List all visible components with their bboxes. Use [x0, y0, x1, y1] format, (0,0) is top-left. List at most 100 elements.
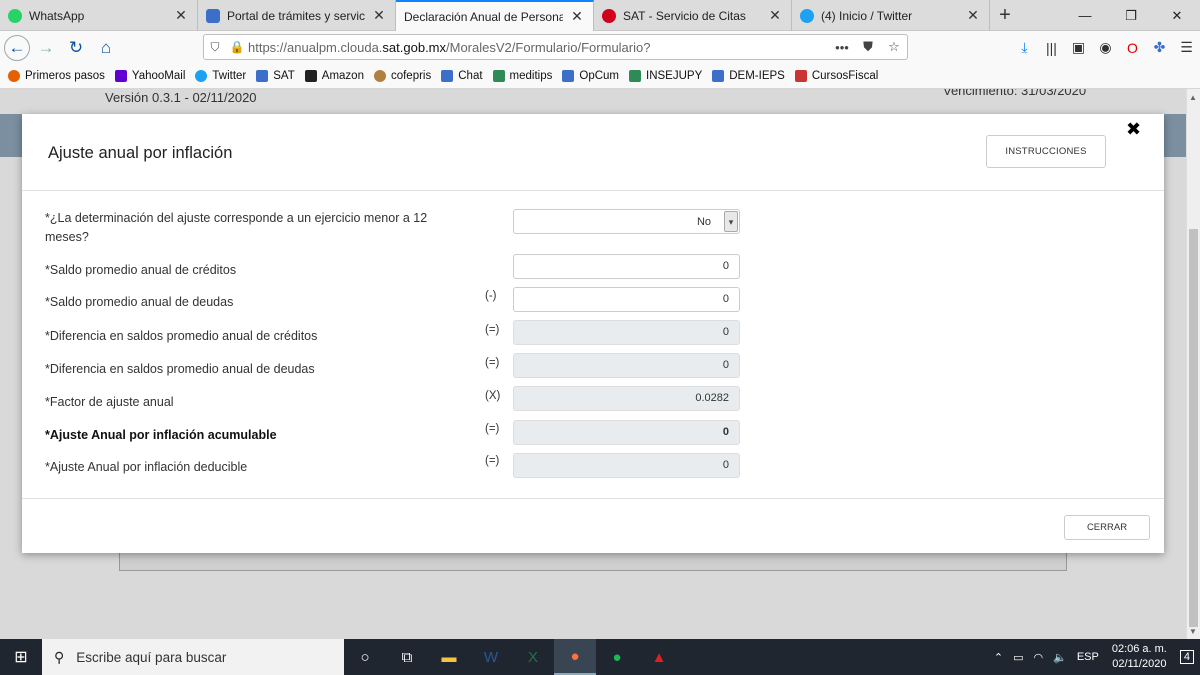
- row-label: *Ajuste Anual por inflación deducible: [45, 460, 248, 474]
- bookmark-label: Twitter: [212, 70, 247, 82]
- firefox-icon[interactable]: ●: [554, 639, 596, 675]
- shield-icon[interactable]: ⛉: [204, 40, 226, 55]
- row-label: *Saldo promedio anual de deudas: [45, 295, 234, 309]
- language-indicator[interactable]: ESP: [1077, 651, 1099, 663]
- close-tab-icon[interactable]: ✕: [371, 7, 387, 24]
- tab-twitter[interactable]: (4) Inicio / Twitter ✕: [792, 0, 990, 31]
- bookmark-cursosfiscal[interactable]: CursosFiscal: [794, 70, 879, 82]
- bookmark-label: OpCum: [579, 70, 619, 82]
- tab-label: Declaración Anual de Personas Mo: [404, 9, 563, 24]
- instrucciones-button[interactable]: INSTRUCCIONES: [986, 135, 1106, 168]
- acrobat-icon[interactable]: ▲: [638, 639, 680, 675]
- bookmark-sat[interactable]: SAT: [256, 70, 295, 82]
- notification-icon[interactable]: 4: [1179, 650, 1194, 664]
- bookmark-label: YahooMail: [131, 70, 186, 82]
- url-domain: sat.gob.mx: [382, 39, 447, 55]
- bookmark-meditips[interactable]: meditips: [492, 70, 552, 82]
- apps-icon: [206, 8, 220, 23]
- forward-icon[interactable]: →: [32, 34, 60, 62]
- modal-header: Ajuste anual por inflación INSTRUCCIONES…: [22, 114, 1164, 191]
- spotify-icon[interactable]: ●: [596, 639, 638, 675]
- tab-label: WhatsApp: [29, 8, 85, 23]
- minimize-icon[interactable]: —: [1062, 0, 1108, 31]
- extension-icon[interactable]: ◉: [1092, 39, 1119, 56]
- row-operator: (=): [485, 357, 500, 369]
- url-text[interactable]: https://anualpm.clouda.sat.gob.mx/Morale…: [248, 40, 829, 55]
- battery-icon[interactable]: ▭: [1013, 651, 1023, 664]
- taskbar-search[interactable]: ⚲ Escribe aquí para buscar: [42, 639, 344, 675]
- download-icon[interactable]: ⤓: [1011, 39, 1038, 56]
- bookmark-primeros-pasos[interactable]: Primeros pasos: [8, 70, 105, 82]
- row-label: *Diferencia en saldos promedio anual de …: [45, 329, 318, 343]
- tab-sat-citas[interactable]: SAT - Servicio de Citas ✕: [594, 0, 792, 31]
- bookmark-cofepris[interactable]: cofepris: [373, 70, 432, 82]
- bookmark-insejupy[interactable]: INSEJUPY: [629, 70, 702, 82]
- close-modal-icon[interactable]: ✖: [1126, 119, 1141, 140]
- wifi-icon[interactable]: ◠: [1034, 651, 1044, 664]
- close-window-icon[interactable]: ✕: [1154, 0, 1200, 31]
- volume-icon[interactable]: 🔈: [1053, 651, 1067, 664]
- cortana-icon[interactable]: ○: [344, 639, 386, 675]
- home-icon[interactable]: ⌂: [92, 34, 120, 62]
- close-tab-icon[interactable]: ✕: [965, 7, 981, 24]
- sidebar-icon[interactable]: ▣: [1065, 39, 1092, 56]
- opera-icon[interactable]: O: [1119, 40, 1146, 56]
- bookmark-amazon[interactable]: Amazon: [304, 70, 364, 82]
- version-text: Versión 0.3.1 - 02/11/2020: [105, 90, 257, 105]
- tab-portal-tramites[interactable]: Portal de trámites y servicios - S ✕: [198, 0, 396, 31]
- row-label: *Saldo promedio anual de créditos: [45, 263, 237, 277]
- url-prefix: https://anualpm.clouda.: [248, 39, 383, 55]
- bookmark-yahoomail[interactable]: YahooMail: [114, 70, 186, 82]
- shield-icon: [492, 70, 505, 82]
- excel-icon[interactable]: X: [512, 639, 554, 675]
- lock-icon[interactable]: 🔒: [226, 40, 248, 54]
- close-tab-icon[interactable]: ✕: [173, 7, 189, 24]
- restore-icon[interactable]: ❐: [1108, 0, 1154, 31]
- tab-label: Portal de trámites y servicios - S: [227, 8, 365, 23]
- word-icon[interactable]: W: [470, 639, 512, 675]
- close-tab-icon[interactable]: ✕: [767, 7, 783, 24]
- clock-time: 02:06 a. m.: [1111, 643, 1167, 655]
- bookmark-label: Primeros pasos: [25, 70, 105, 82]
- close-tab-icon[interactable]: ✕: [569, 8, 585, 25]
- chevron-down-icon[interactable]: ▾: [724, 211, 738, 232]
- clock[interactable]: 02:06 a. m. 02/11/2020: [1112, 642, 1167, 672]
- bookmark-twitter[interactable]: Twitter: [195, 70, 246, 82]
- reload-icon[interactable]: ↻: [62, 34, 90, 62]
- menu-icon[interactable]: ☰: [1173, 39, 1200, 56]
- scroll-down-icon[interactable]: ▼: [1189, 627, 1197, 636]
- new-tab-button[interactable]: +: [990, 0, 1020, 30]
- saldo-deudas-input[interactable]: 0: [513, 287, 740, 312]
- bookmark-label: cofepris: [390, 70, 432, 82]
- file-explorer-icon[interactable]: ▬: [428, 639, 470, 675]
- pocket-icon[interactable]: ⛊: [855, 39, 881, 55]
- toolbar-icons: ⤓ ||| ▣ ◉ O ✤ ☰: [1011, 31, 1200, 64]
- cerrar-button[interactable]: CERRAR: [1064, 515, 1150, 540]
- factor-ajuste-field: 0.0282: [513, 386, 740, 411]
- task-view-icon[interactable]: ⧉: [386, 639, 428, 675]
- page-scrollbar[interactable]: ▲ ▼: [1186, 89, 1200, 639]
- bookmark-chat[interactable]: Chat: [441, 70, 483, 82]
- vencimiento-text: Vencimiento: 31/03/2020: [943, 89, 1087, 98]
- bookmark-label: CursosFiscal: [811, 70, 879, 82]
- modal-footer: CERRAR: [22, 498, 1164, 553]
- bookmark-dem-ieps[interactable]: DEM-IEPS: [712, 70, 785, 82]
- tab-whatsapp[interactable]: WhatsApp ✕: [0, 0, 198, 31]
- library-icon[interactable]: |||: [1038, 40, 1065, 56]
- scrollbar-thumb[interactable]: [1189, 229, 1198, 627]
- bookmark-star-icon[interactable]: ☆: [881, 39, 907, 55]
- addons-icon[interactable]: ✤: [1146, 39, 1173, 56]
- url-bar[interactable]: ⛉ 🔒 https://anualpm.clouda.sat.gob.mx/Mo…: [203, 34, 908, 60]
- scroll-up-icon[interactable]: ▲: [1189, 93, 1197, 102]
- bookmark-label: Chat: [458, 70, 483, 82]
- bookmark-opcum[interactable]: OpCum: [562, 70, 619, 82]
- tab-declaracion-anual[interactable]: Declaración Anual de Personas Mo ✕: [396, 0, 594, 31]
- back-icon[interactable]: ←: [4, 34, 30, 61]
- windows-start-icon[interactable]: ⊞: [0, 639, 42, 675]
- ejercicio-menor-select[interactable]: No ▾: [513, 209, 740, 234]
- saldo-creditos-input[interactable]: 0: [513, 254, 740, 279]
- page-actions-icon[interactable]: •••: [829, 40, 855, 55]
- ajuste-inflacion-modal: Ajuste anual por inflación INSTRUCCIONES…: [22, 114, 1164, 553]
- modal-title: Ajuste anual por inflación: [48, 144, 233, 162]
- chevron-up-icon[interactable]: ⌃: [994, 651, 1003, 664]
